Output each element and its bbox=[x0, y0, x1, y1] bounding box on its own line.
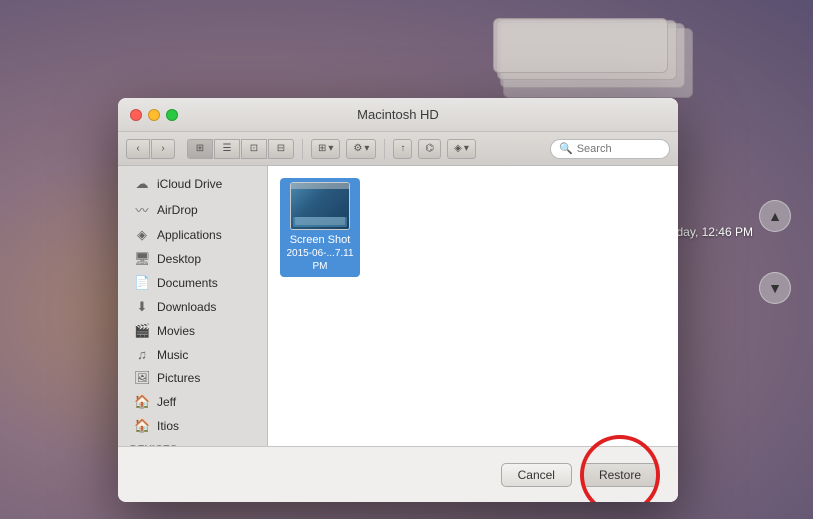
file-thumbnail bbox=[290, 182, 350, 230]
chevron-up-icon: ▲ bbox=[768, 208, 782, 224]
sidebar-item-label: iCloud Drive bbox=[157, 177, 222, 191]
link-button[interactable]: ⌬ bbox=[418, 139, 441, 159]
airdrop-button[interactable]: ◈ ▾ bbox=[447, 139, 476, 159]
gear-icon: ⚙ bbox=[353, 143, 362, 154]
airdrop-icon: ◈ bbox=[454, 143, 462, 154]
home-icon: 🏠 bbox=[134, 394, 150, 410]
restore-button[interactable]: Restore bbox=[582, 463, 658, 487]
share-button[interactable]: ↑ bbox=[393, 139, 412, 159]
separator-2 bbox=[384, 139, 385, 159]
action-button[interactable]: ⚙ ▾ bbox=[346, 139, 376, 159]
column-view-button[interactable]: ⊡ bbox=[241, 139, 267, 159]
forward-button[interactable]: › bbox=[151, 139, 175, 159]
list-view-button[interactable]: ☰ bbox=[214, 139, 240, 159]
sidebar-item-label: Itios bbox=[157, 419, 179, 433]
search-box[interactable]: 🔍 bbox=[550, 139, 670, 159]
button-bar: Cancel Restore bbox=[118, 446, 678, 502]
sidebar-item-label: Documents bbox=[157, 276, 218, 290]
toolbar: ‹ › ⊞ ☰ ⊡ ⊟ ⊞ ▾ ⚙ ▾ ↑ ⌬ ◈ ▾ bbox=[118, 132, 678, 166]
finder-dialog: Macintosh HD ‹ › ⊞ ☰ ⊡ ⊟ ⊞ ▾ ⚙ ▾ ↑ ⌬ bbox=[118, 98, 678, 502]
link-icon: ⌬ bbox=[425, 143, 434, 154]
sidebar-item-itios[interactable]: 🏠 Itios bbox=[122, 414, 263, 438]
devices-section-label: Devices bbox=[118, 438, 267, 446]
search-input[interactable] bbox=[577, 143, 661, 155]
tm-down-button[interactable]: ▼ bbox=[759, 272, 791, 304]
maximize-button[interactable] bbox=[166, 109, 178, 121]
window-controls bbox=[130, 109, 178, 121]
separator-1 bbox=[302, 139, 303, 159]
search-icon: 🔍 bbox=[559, 142, 573, 155]
sidebar-item-label: Pictures bbox=[157, 371, 200, 385]
airdrop-sidebar-icon: 〰 bbox=[134, 200, 150, 219]
sidebar-item-label: Applications bbox=[157, 228, 222, 242]
sidebar-item-downloads[interactable]: ⬇ Downloads bbox=[122, 295, 263, 319]
file-item-screenshot[interactable]: Screen Shot 2015-06-...7.11 PM bbox=[280, 178, 360, 277]
airdrop-dropdown-icon: ▾ bbox=[464, 143, 469, 154]
view-buttons: ⊞ ☰ ⊡ ⊟ bbox=[187, 139, 294, 159]
applications-icon: ◈ bbox=[134, 227, 150, 243]
stacked-windows bbox=[493, 18, 693, 98]
pictures-icon: 🖼 bbox=[134, 370, 150, 386]
cancel-button[interactable]: Cancel bbox=[501, 463, 572, 487]
sidebar-item-pictures[interactable]: 🖼 Pictures bbox=[122, 366, 263, 390]
icon-view-button[interactable]: ⊞ bbox=[187, 139, 213, 159]
file-thumbnail-inner bbox=[291, 183, 349, 229]
file-area: Screen Shot 2015-06-...7.11 PM bbox=[268, 166, 678, 446]
sidebar-item-jeff[interactable]: 🏠 Jeff bbox=[122, 390, 263, 414]
action-dropdown-icon: ▾ bbox=[364, 143, 369, 154]
window-title: Macintosh HD bbox=[357, 107, 439, 122]
time-machine-panel: ▲ ▼ bbox=[759, 200, 791, 304]
close-button[interactable] bbox=[130, 109, 142, 121]
sidebar-item-desktop[interactable]: 🖥 Desktop bbox=[122, 247, 263, 271]
sidebar-item-label: Music bbox=[157, 348, 188, 362]
content-area: ☁ iCloud Drive 〰 AirDrop ◈ Applications … bbox=[118, 166, 678, 446]
documents-icon: 📄 bbox=[134, 275, 150, 291]
sidebar-item-icloud-drive[interactable]: ☁ iCloud Drive bbox=[122, 172, 263, 196]
downloads-icon: ⬇ bbox=[134, 299, 150, 315]
titlebar: Macintosh HD bbox=[118, 98, 678, 132]
sidebar-item-airdrop[interactable]: 〰 AirDrop bbox=[122, 196, 263, 223]
arrange-label: ▾ bbox=[328, 143, 333, 154]
tm-up-button[interactable]: ▲ bbox=[759, 200, 791, 232]
arrange-button[interactable]: ⊞ ▾ bbox=[311, 139, 340, 159]
sidebar-item-applications[interactable]: ◈ Applications bbox=[122, 223, 263, 247]
sidebar-item-music[interactable]: ♫ Music bbox=[122, 343, 263, 366]
file-name: Screen Shot 2015-06-...7.11 PM bbox=[284, 233, 356, 273]
sidebar-item-label: Movies bbox=[157, 324, 195, 338]
restore-wrapper: Restore bbox=[582, 463, 658, 487]
arrange-icon: ⊞ bbox=[318, 143, 326, 154]
sidebar: ☁ iCloud Drive 〰 AirDrop ◈ Applications … bbox=[118, 166, 268, 446]
minimize-button[interactable] bbox=[148, 109, 160, 121]
share-icon: ↑ bbox=[400, 143, 405, 154]
movies-icon: 🎬 bbox=[134, 323, 150, 339]
home-icon-2: 🏠 bbox=[134, 418, 150, 434]
back-button[interactable]: ‹ bbox=[126, 139, 150, 159]
chevron-down-icon: ▼ bbox=[768, 280, 782, 296]
sidebar-item-movies[interactable]: 🎬 Movies bbox=[122, 319, 263, 343]
sidebar-item-label: AirDrop bbox=[157, 203, 198, 217]
nav-arrows: ‹ › bbox=[126, 139, 175, 159]
sidebar-item-label: Desktop bbox=[157, 252, 201, 266]
sidebar-item-label: Downloads bbox=[157, 300, 216, 314]
sidebar-item-label: Jeff bbox=[157, 395, 176, 409]
desktop-icon: 🖥 bbox=[134, 251, 150, 267]
sidebar-item-documents[interactable]: 📄 Documents bbox=[122, 271, 263, 295]
music-icon: ♫ bbox=[134, 347, 150, 362]
cloud-icon: ☁ bbox=[134, 176, 150, 192]
cover-flow-button[interactable]: ⊟ bbox=[268, 139, 294, 159]
